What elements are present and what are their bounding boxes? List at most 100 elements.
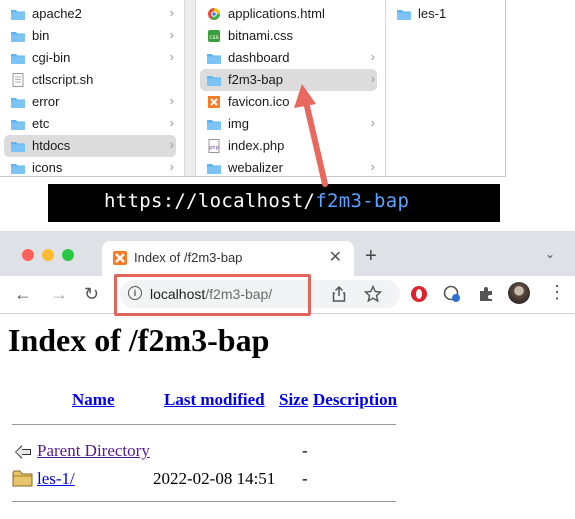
back-button[interactable]: ← <box>14 284 32 305</box>
folder-icon <box>396 7 412 21</box>
folder-icon <box>206 73 222 87</box>
finder-column-htdocs: applications.html css bitnami.css dashboard… <box>196 0 386 176</box>
chevron-right-icon: › <box>169 137 174 152</box>
finder-item-label: bin <box>32 28 50 43</box>
finder-window: apache2 › bin › cgi-bin › ctlscript.sh error › et… <box>0 0 506 177</box>
finder-col3-item-les-1[interactable]: les-1 <box>390 3 497 25</box>
svg-text:css: css <box>209 34 219 41</box>
url-banner-prefix: https://localhost/ <box>104 190 316 212</box>
chevron-right-icon: › <box>370 49 375 64</box>
finder-col1-item-icons[interactable]: icons › <box>4 157 176 176</box>
chevron-right-icon: › <box>169 115 174 130</box>
url-banner-text: https://localhost/f2m3-bap <box>104 190 409 212</box>
finder-col2-item-dashboard[interactable]: dashboard › <box>200 47 377 69</box>
tab-title: Index of /f2m3-bap <box>134 250 243 265</box>
folder-icon <box>10 161 26 175</box>
new-tab-button[interactable]: + <box>365 245 377 268</box>
finder-item-label: webalizer <box>228 160 283 175</box>
folder-icon <box>206 161 222 175</box>
finder-item-label: index.php <box>228 138 285 153</box>
column-header-size[interactable]: Size <box>279 390 308 410</box>
extensions-puzzle-icon[interactable] <box>477 285 495 303</box>
back-arrow-icon <box>15 445 31 459</box>
address-highlight-box <box>114 274 311 316</box>
chevron-right-icon: › <box>370 71 375 86</box>
finder-item-label: apache2 <box>32 6 82 21</box>
finder-item-label: cgi-bin <box>32 50 71 65</box>
finder-col2-item-webalizer[interactable]: webalizer › <box>200 157 377 176</box>
folder-icon <box>10 95 26 109</box>
reload-button[interactable]: ↻ <box>84 284 99 305</box>
finder-col2-item-favicon-ico[interactable]: favicon.ico <box>200 91 377 113</box>
finder-col2-item-f2m3-bap[interactable]: f2m3-bap › <box>200 69 377 91</box>
finder-col2-item-index-php[interactable]: php index.php <box>200 135 377 157</box>
chevron-right-icon: › <box>370 159 375 174</box>
xampp-favicon-icon <box>113 251 127 265</box>
finder-col1-item-error[interactable]: error › <box>4 91 176 113</box>
finder-item-label: etc <box>32 116 50 131</box>
table-divider-bottom <box>12 501 396 502</box>
folder-icon <box>12 470 33 487</box>
finder-item-label: bitnami.css <box>228 28 294 43</box>
folder-icon <box>10 51 26 65</box>
php-file-icon: php <box>206 139 222 153</box>
chevron-right-icon: › <box>169 5 174 20</box>
parent-directory-size: - <box>302 441 308 460</box>
chevron-right-icon: › <box>370 115 375 130</box>
profile-avatar[interactable] <box>508 282 530 304</box>
url-banner-highlight: f2m3-bap <box>315 190 410 212</box>
finder-col2-item-img[interactable]: img › <box>200 113 377 135</box>
browser-tab[interactable]: Index of /f2m3-bap ✕ <box>102 241 354 276</box>
finder-item-label: img <box>228 116 249 131</box>
parent-directory-link[interactable]: Parent Directory <box>37 441 150 461</box>
finder-col1-item-ctlscript-sh[interactable]: ctlscript.sh <box>4 69 176 91</box>
finder-col2-item-applications-html[interactable]: applications.html <box>200 3 377 25</box>
finder-item-label: favicon.ico <box>228 94 290 109</box>
folder-icon <box>10 139 26 153</box>
finder-item-label: htdocs <box>32 138 71 153</box>
folder-icon <box>10 117 26 131</box>
finder-column-f2m3-bap: les-1 <box>386 0 505 176</box>
chevron-right-icon: › <box>169 93 174 108</box>
finder-col1-item-htdocs[interactable]: htdocs › <box>4 135 176 157</box>
finder-item-label: f2m3-bap <box>228 72 283 87</box>
forward-button[interactable]: → <box>50 284 68 305</box>
finder-col2-item-bitnami-css[interactable]: css bitnami.css <box>200 25 377 47</box>
column-divider[interactable] <box>185 0 196 176</box>
zoom-window-button[interactable] <box>62 249 74 261</box>
les-1-modified: 2022-02-08 14:51 <box>153 469 276 488</box>
column-header-last-modified[interactable]: Last modified <box>164 390 265 410</box>
svg-text:php: php <box>209 145 219 151</box>
column-header-name[interactable]: Name <box>72 390 114 410</box>
finder-item-label: les-1 <box>418 6 447 21</box>
bookmark-star-icon[interactable] <box>364 285 382 303</box>
script-file-icon <box>10 73 26 87</box>
opera-extension-icon[interactable] <box>410 285 428 303</box>
html-file-icon <box>206 7 222 21</box>
css-file-icon: css <box>206 29 222 43</box>
finder-item-label: dashboard <box>228 50 290 65</box>
browser-menu-icon[interactable]: ⋮ <box>548 282 566 303</box>
folder-icon <box>206 117 222 131</box>
close-window-button[interactable] <box>22 249 34 261</box>
finder-col1-item-apache2[interactable]: apache2 › <box>4 3 176 25</box>
tab-search-chevron-icon[interactable]: ⌄ <box>545 247 555 261</box>
column-header-description[interactable]: Description <box>313 390 397 410</box>
chevron-right-icon: › <box>169 159 174 174</box>
finder-col1-item-etc[interactable]: etc › <box>4 113 176 135</box>
page-title: Index of /f2m3-bap <box>8 322 270 358</box>
finder-item-label: error <box>32 94 60 109</box>
finder-item-label: applications.html <box>228 6 325 21</box>
chevron-right-icon: › <box>169 49 174 64</box>
close-tab-icon[interactable]: ✕ <box>329 247 342 267</box>
les-1-link[interactable]: les-1/ <box>37 469 75 489</box>
folder-icon <box>10 7 26 21</box>
minimize-window-button[interactable] <box>42 249 54 261</box>
folder-icon <box>206 51 222 65</box>
share-icon[interactable] <box>332 286 346 302</box>
extension-badge-icon[interactable] <box>443 285 461 303</box>
ico-file-icon <box>206 95 222 109</box>
folder-icon <box>10 29 26 43</box>
finder-col1-item-bin[interactable]: bin › <box>4 25 176 47</box>
finder-col1-item-cgi-bin[interactable]: cgi-bin › <box>4 47 176 69</box>
